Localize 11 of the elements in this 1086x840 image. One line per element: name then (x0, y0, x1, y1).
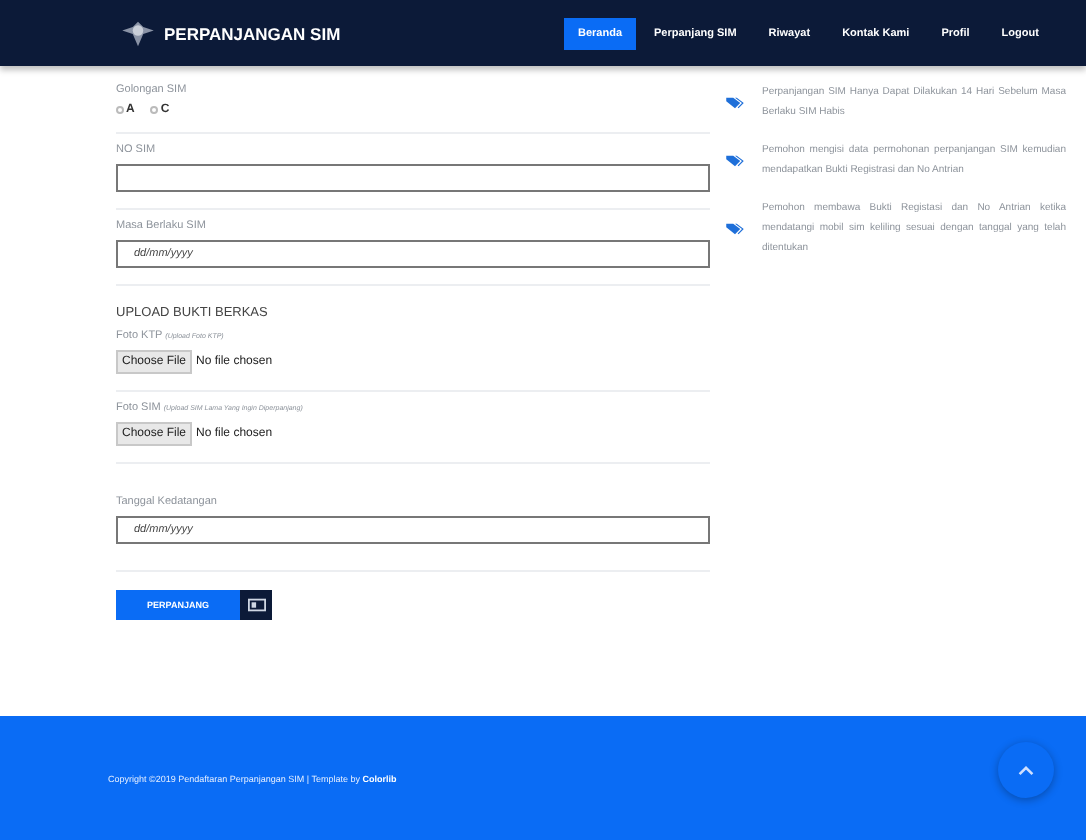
id-card-icon (247, 598, 265, 612)
back-to-top-button[interactable] (998, 742, 1054, 798)
brand-title: PERPANJANGAN SIM (164, 23, 341, 43)
emblem-icon (120, 19, 156, 47)
chevron-up-icon (1018, 765, 1034, 775)
radio-button[interactable] (150, 106, 159, 114)
tags-icon (726, 95, 744, 109)
input-field[interactable] (116, 164, 710, 192)
tags-icon (726, 221, 744, 235)
tags-icon (726, 153, 744, 167)
radio-button[interactable] (116, 106, 124, 114)
